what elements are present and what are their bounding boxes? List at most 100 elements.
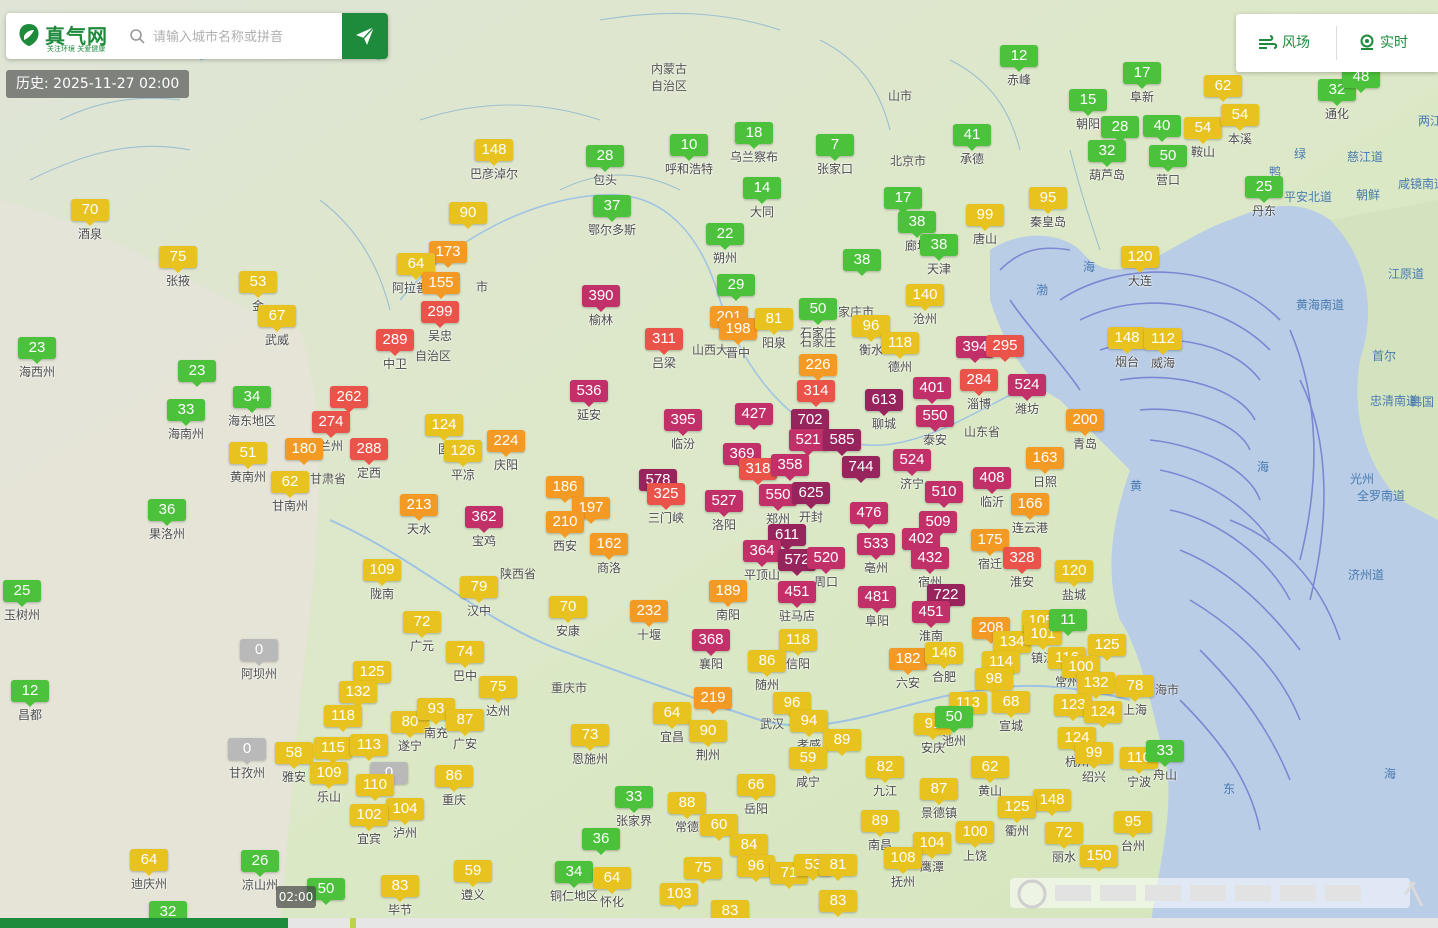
aqi-marker[interactable]: 288 定西 <box>350 438 388 481</box>
aqi-marker[interactable]: 311 吕梁 <box>645 328 683 371</box>
aqi-marker[interactable]: 284 淄博 <box>960 369 998 412</box>
realtime-button[interactable]: 实时 <box>1358 14 1408 72</box>
aqi-marker[interactable]: 50 营口 <box>1149 145 1187 188</box>
aqi-marker[interactable]: 95 台州 <box>1114 811 1152 854</box>
aqi-marker[interactable]: 104 泸州 <box>386 798 424 841</box>
aqi-marker[interactable]: 226 <box>799 354 837 381</box>
aqi-marker[interactable]: 427 <box>735 403 773 430</box>
aqi-marker[interactable]: 75 <box>684 857 722 884</box>
aqi-marker[interactable]: 59 咸宁 <box>789 747 827 790</box>
aqi-marker[interactable]: 219 <box>694 687 732 714</box>
aqi-marker[interactable]: 59 遵义 <box>454 860 492 903</box>
aqi-marker[interactable]: 62 <box>1204 75 1242 102</box>
aqi-marker[interactable]: 40 <box>1143 115 1181 142</box>
aqi-marker[interactable]: 72 广元 <box>403 611 441 654</box>
aqi-marker[interactable]: 155 <box>422 272 460 299</box>
map-canvas[interactable]: 内蒙古 自治区 北京市市山西大 家庄市 石家庄 陕西省 重庆市 武汉 山东省 海市 自治区 甘肃省山… <box>0 0 1438 928</box>
aqi-marker[interactable]: 33 舟山 <box>1146 740 1184 783</box>
aqi-marker[interactable]: 34 海东地区 <box>228 386 276 429</box>
aqi-marker[interactable]: 625 开封 <box>792 482 830 525</box>
aqi-marker[interactable]: 109 陇南 <box>363 559 401 602</box>
timeline-bar[interactable] <box>0 918 1438 928</box>
aqi-marker[interactable]: 162 商洛 <box>590 533 628 576</box>
aqi-marker[interactable]: 79 汉中 <box>460 576 498 619</box>
search-submit-button[interactable] <box>342 13 388 59</box>
aqi-marker[interactable]: 86 随州 <box>748 650 786 693</box>
aqi-marker[interactable]: 224 庆阳 <box>487 430 525 473</box>
aqi-marker[interactable]: 299 吴忠 <box>421 301 459 344</box>
aqi-marker[interactable]: 23 海西州 <box>18 337 56 380</box>
aqi-marker[interactable]: 64 迪庆州 <box>130 849 168 892</box>
aqi-marker[interactable]: 51 黄南州 <box>229 442 267 485</box>
aqi-marker[interactable]: 146 合肥 <box>925 642 963 685</box>
aqi-marker[interactable]: 37 鄂尔多斯 <box>588 195 636 238</box>
aqi-marker[interactable]: 28 包头 <box>586 145 624 188</box>
aqi-marker[interactable]: 521 <box>789 429 827 456</box>
aqi-marker[interactable]: 110 <box>356 774 394 801</box>
aqi-marker[interactable]: 10 呼和浩特 <box>665 134 713 177</box>
aqi-marker[interactable]: 210 西安 <box>546 511 584 554</box>
aqi-marker[interactable]: 125 衢州 <box>998 796 1036 839</box>
aqi-marker[interactable]: 132 <box>339 681 377 708</box>
aqi-marker[interactable]: 12 赤峰 <box>1000 45 1038 88</box>
aqi-marker[interactable]: 533 亳州 <box>857 533 895 576</box>
aqi-marker[interactable]: 41 承德 <box>953 124 991 167</box>
aqi-marker[interactable]: 150 <box>1080 845 1118 872</box>
aqi-marker[interactable]: 33 张家界 <box>615 786 653 829</box>
aqi-marker[interactable]: 75 达州 <box>479 676 517 719</box>
aqi-marker[interactable]: 124 <box>1084 701 1122 728</box>
aqi-marker[interactable]: 198 晋中 <box>719 318 757 361</box>
aqi-marker[interactable]: 550 泰安 <box>916 405 954 448</box>
aqi-marker[interactable]: 102 宜宾 <box>350 804 388 847</box>
aqi-marker[interactable]: 17 阜新 <box>1123 62 1161 105</box>
aqi-marker[interactable]: 744 <box>842 456 880 483</box>
city-search-input[interactable] <box>151 21 340 53</box>
aqi-marker[interactable]: 81 <box>819 854 857 881</box>
aqi-marker[interactable]: 510 <box>925 481 963 508</box>
aqi-marker[interactable]: 62 甘南州 <box>271 471 309 514</box>
aqi-marker[interactable]: 109 乐山 <box>310 762 348 805</box>
aqi-marker[interactable]: 64 宜昌 <box>653 702 691 745</box>
aqi-marker[interactable]: 148 巴彦淖尔 <box>470 139 518 182</box>
aqi-marker[interactable]: 83 <box>819 890 857 917</box>
aqi-marker[interactable]: 87 广安 <box>446 709 484 752</box>
aqi-marker[interactable]: 476 <box>850 502 888 529</box>
aqi-marker[interactable]: 98 <box>975 668 1013 695</box>
aqi-marker[interactable]: 34 铜仁地区 <box>550 861 598 904</box>
aqi-marker[interactable]: 536 延安 <box>570 380 608 423</box>
aqi-marker[interactable]: 613 聊城 <box>865 389 903 432</box>
aqi-marker[interactable]: 108 抚州 <box>884 847 922 890</box>
aqi-marker[interactable]: 82 九江 <box>866 756 904 799</box>
aqi-marker[interactable]: 395 临汾 <box>664 409 702 452</box>
aqi-marker[interactable]: 22 朔州 <box>706 223 744 266</box>
aqi-marker[interactable]: 115 <box>314 737 352 764</box>
aqi-marker[interactable]: 38 <box>843 249 881 276</box>
aqi-marker[interactable]: 390 榆林 <box>582 285 620 328</box>
aqi-marker[interactable]: 90 荆州 <box>689 720 727 763</box>
aqi-marker[interactable]: 28 <box>1101 116 1139 143</box>
aqi-marker[interactable]: 182 六安 <box>889 648 927 691</box>
aqi-marker[interactable]: 36 <box>582 828 620 855</box>
aqi-marker[interactable]: 140 沧州 <box>906 284 944 327</box>
aqi-marker[interactable]: 148 烟台 <box>1108 327 1146 370</box>
aqi-marker[interactable]: 36 果洛州 <box>148 499 186 542</box>
aqi-marker[interactable]: 358 <box>771 454 809 481</box>
aqi-marker[interactable]: 11 <box>1049 609 1087 636</box>
aqi-marker[interactable]: 213 天水 <box>400 494 438 537</box>
aqi-marker[interactable]: 33 海南州 <box>167 399 205 442</box>
aqi-marker[interactable]: 0 甘孜州 <box>228 738 266 781</box>
aqi-marker[interactable]: 81 阳泉 <box>755 308 793 351</box>
aqi-marker[interactable]: 200 青岛 <box>1066 409 1104 452</box>
aqi-marker[interactable]: 0 阿坝州 <box>240 639 278 682</box>
wind-layer-button[interactable]: 风场 <box>1258 14 1310 72</box>
aqi-marker[interactable]: 262 <box>330 386 368 413</box>
aqi-marker[interactable]: 86 重庆 <box>435 765 473 808</box>
aqi-marker[interactable]: 702 <box>791 409 829 436</box>
aqi-marker[interactable]: 23 <box>178 360 216 387</box>
aqi-marker[interactable]: 72 丽水 <box>1045 822 1083 865</box>
aqi-marker[interactable]: 73 恩施州 <box>571 724 609 767</box>
aqi-marker[interactable]: 14 大同 <box>743 177 781 220</box>
aqi-marker[interactable]: 60 <box>700 814 738 841</box>
aqi-marker[interactable]: 84 <box>730 834 768 861</box>
aqi-marker[interactable]: 362 宝鸡 <box>465 506 503 549</box>
